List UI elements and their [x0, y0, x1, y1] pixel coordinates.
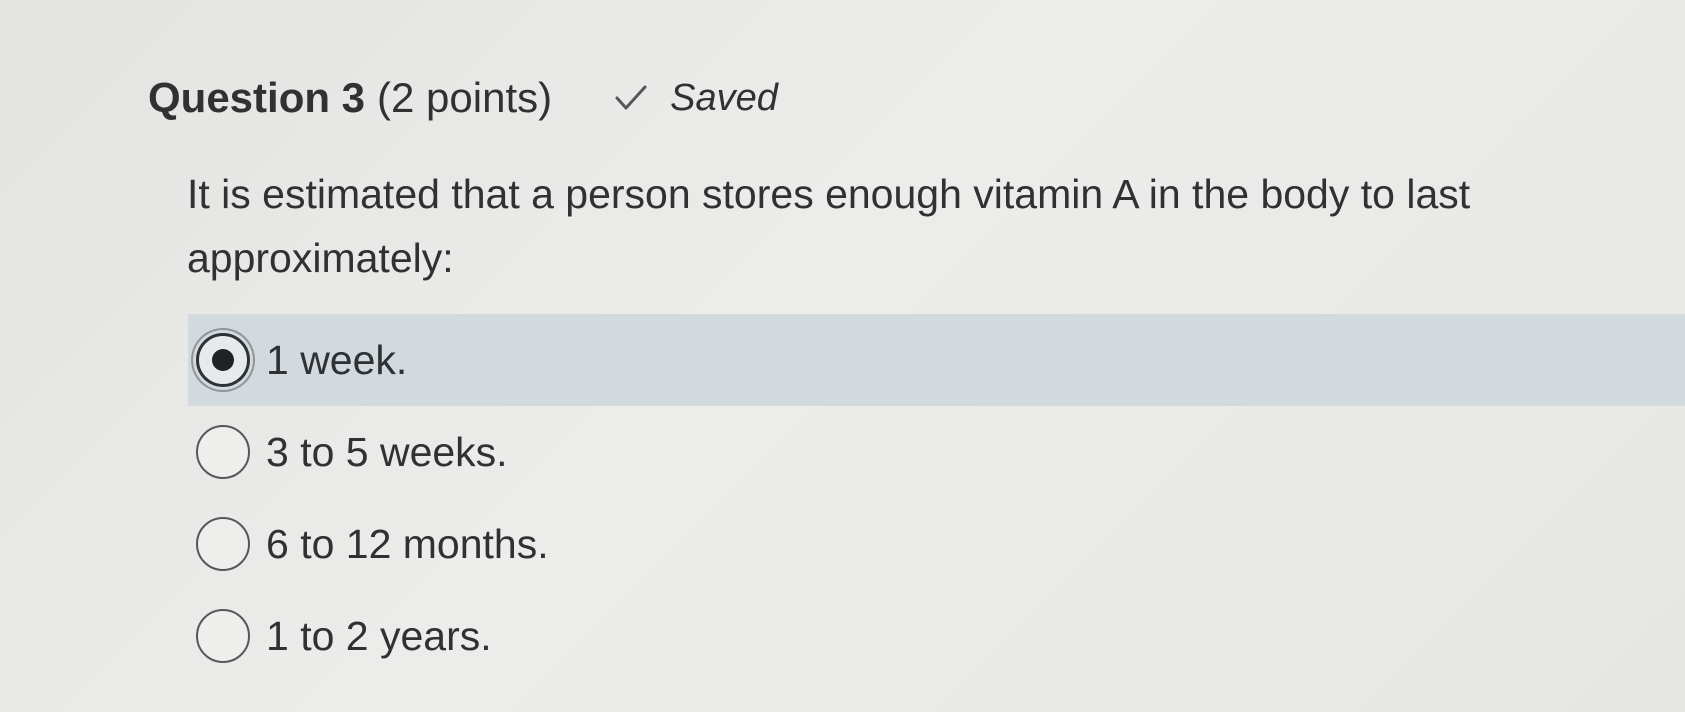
radio-button-selected[interactable] — [196, 333, 250, 387]
answer-option-label[interactable]: 1 to 2 years. — [266, 613, 492, 660]
radio-button[interactable] — [196, 517, 250, 571]
radio-button[interactable] — [196, 425, 250, 479]
question-title: Question 3 — [148, 74, 366, 121]
radio-dot-icon — [212, 349, 234, 371]
answer-option-6-to-12-months[interactable]: 6 to 12 months. — [188, 498, 1685, 590]
save-status: Saved — [614, 77, 778, 120]
question-points: (2 points) — [377, 74, 553, 121]
answer-options: 1 week. 3 to 5 weeks. 6 to 12 months. 1 … — [188, 314, 1685, 682]
answer-option-1-to-2-years[interactable]: 1 to 2 years. — [188, 590, 1685, 682]
answer-option-label[interactable]: 1 week. — [266, 337, 407, 384]
answer-option-1-week[interactable]: 1 week. — [188, 314, 1685, 406]
answer-option-3-to-5-weeks[interactable]: 3 to 5 weeks. — [188, 406, 1685, 498]
radio-button[interactable] — [196, 609, 250, 663]
saved-label: Saved — [670, 76, 778, 119]
answer-option-label[interactable]: 6 to 12 months. — [266, 521, 549, 568]
question-header: Question 3 (2 points) Saved — [148, 70, 778, 126]
question-text: It is estimated that a person stores eno… — [187, 171, 1471, 281]
check-icon — [614, 83, 648, 113]
answer-option-label[interactable]: 3 to 5 weeks. — [266, 429, 508, 476]
